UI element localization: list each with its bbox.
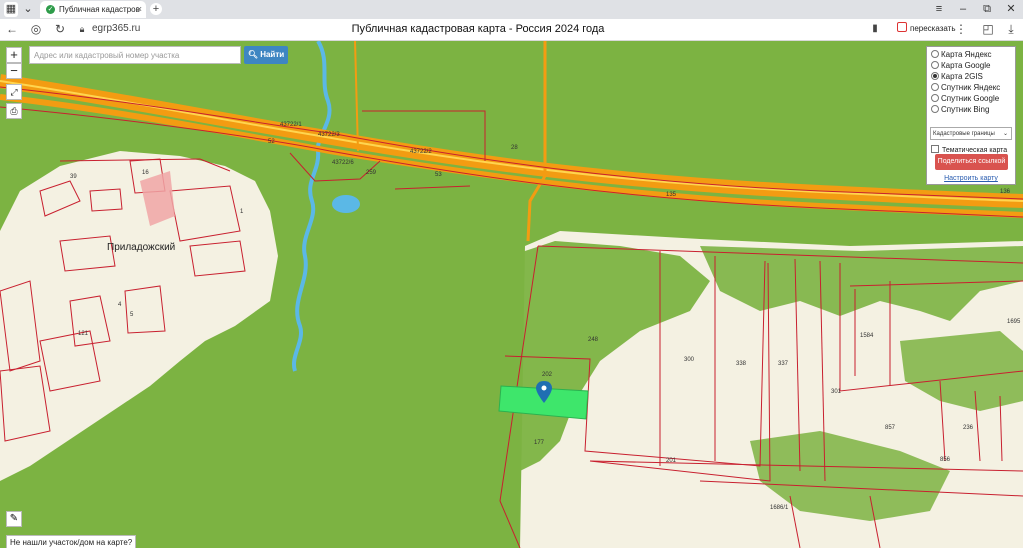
- hamburger-menu-icon[interactable]: ≡: [932, 2, 946, 17]
- search-icon: 🔍︎: [247, 50, 258, 59]
- security-shield-icon[interactable]: ◎: [28, 21, 44, 37]
- layer-option-label: Карта 2GIS: [941, 72, 983, 81]
- parcel-label: 300: [684, 357, 695, 363]
- radio-icon[interactable]: [931, 105, 939, 113]
- search-input[interactable]: [29, 46, 241, 64]
- parcel-label: 16: [142, 170, 149, 176]
- edit-pencil-icon[interactable]: ✎: [6, 511, 22, 527]
- road-label: 135: [666, 192, 677, 198]
- retell-icon: [897, 22, 907, 32]
- parcel-label: 338: [736, 361, 747, 367]
- map-canvas[interactable]: 43722/1 43722/2 43722/3 43722/6 52 53 13…: [0, 41, 1023, 548]
- road-label: 52: [268, 139, 275, 145]
- cadastre-select-value: Кадастровые границы: [933, 131, 995, 137]
- zoom-out-button[interactable]: −: [6, 63, 22, 79]
- parcel-label: 1695: [1007, 319, 1021, 325]
- checkbox-icon[interactable]: [931, 145, 939, 153]
- share-link-button[interactable]: Поделиться ссылкой: [935, 154, 1008, 170]
- parcel-label: 236: [963, 425, 974, 431]
- parcel-label: 248: [588, 337, 599, 343]
- restore-icon[interactable]: ⧉: [980, 2, 994, 17]
- download-icon[interactable]: ⤓: [1003, 21, 1019, 37]
- reload-icon[interactable]: ↻: [52, 21, 68, 37]
- zoom-in-button[interactable]: +: [6, 47, 22, 63]
- not-found-button[interactable]: Не нашли участок/дом на карте?: [6, 535, 137, 548]
- find-button[interactable]: 🔍︎ Найти: [244, 46, 288, 64]
- layer-option-label: Спутник Bing: [941, 105, 990, 114]
- marker-dot: [541, 385, 547, 391]
- tab-title: Публичная кадастров: [59, 5, 140, 14]
- layer-option-bing-satellite[interactable]: Спутник Bing: [931, 105, 989, 114]
- radio-icon[interactable]: [931, 61, 939, 69]
- locality-label: Приладожский: [107, 242, 175, 253]
- extensions-icon[interactable]: ◰: [980, 21, 996, 37]
- layer-option-google-map[interactable]: Карта Google: [931, 61, 990, 70]
- chevron-down-icon: ⌄: [1002, 131, 1008, 137]
- parcel-label: 201: [666, 458, 677, 464]
- url-field[interactable]: egrp365.ru: [92, 23, 140, 34]
- road-label: 53: [435, 172, 442, 178]
- parcel-label: 202: [542, 372, 553, 378]
- layer-option-yandex-map[interactable]: Карта Яндекс: [931, 50, 992, 59]
- back-icon[interactable]: ←: [4, 21, 20, 37]
- site-favicon-icon: ✓: [46, 5, 55, 14]
- parcel-label: 28: [511, 145, 518, 151]
- layer-option-2gis-map[interactable]: Карта 2GIS: [931, 72, 983, 81]
- map-layers-panel: Карта Яндекс Карта Google Карта 2GIS Спу…: [926, 46, 1016, 185]
- browser-tab-strip: ▦ ⌄ ✓ Публичная кадастров × + ≡ – ⧉ ✕: [0, 0, 1023, 19]
- layer-option-label: Спутник Яндекс: [941, 83, 1001, 92]
- parcel-label: 337: [778, 361, 789, 367]
- layer-option-yandex-satellite[interactable]: Спутник Яндекс: [931, 83, 1000, 92]
- close-window-icon[interactable]: ✕: [1004, 2, 1018, 17]
- find-button-label: Найти: [260, 50, 285, 59]
- print-icon[interactable]: ⎙: [6, 103, 22, 119]
- radio-icon[interactable]: [931, 83, 939, 91]
- pond: [332, 195, 360, 213]
- cadastre-layer-select[interactable]: Кадастровые границы ⌄: [930, 127, 1012, 140]
- road-label: 43722/3: [318, 132, 340, 138]
- browser-menu-icon[interactable]: ▦: [4, 2, 18, 17]
- thematic-map-label: Тематическая карта: [942, 147, 1008, 154]
- parcel-label: 856: [940, 457, 951, 463]
- browser-tab[interactable]: ✓ Публичная кадастров ×: [40, 1, 146, 18]
- parcel-label: 1686/1: [770, 505, 789, 511]
- retell-label: пересказать: [910, 24, 956, 33]
- parcel-label: 177: [534, 440, 545, 446]
- configure-map-link[interactable]: Настроить карту: [927, 175, 1015, 182]
- road-label: 43722/6: [332, 160, 354, 166]
- layer-option-label: Карта Google: [941, 61, 991, 70]
- road-label: 43722/1: [280, 122, 302, 128]
- parcel-label: 1584: [860, 333, 874, 339]
- layer-option-google-satellite[interactable]: Спутник Google: [931, 94, 999, 103]
- retell-button[interactable]: пересказать: [893, 22, 960, 36]
- lock-icon: 🔒︎: [79, 24, 85, 34]
- radio-icon[interactable]: [931, 50, 939, 58]
- new-tab-button[interactable]: +: [150, 3, 162, 15]
- parcel-label: 259: [366, 170, 377, 176]
- parcel-label: 301: [831, 389, 842, 395]
- cadastral-map[interactable]: 43722/1 43722/2 43722/3 43722/6 52 53 13…: [0, 41, 1023, 548]
- measure-ruler-icon[interactable]: ⤢: [6, 84, 22, 100]
- parcel-label: 121: [78, 331, 89, 337]
- bookmark-icon[interactable]: ▮: [867, 21, 883, 37]
- layer-option-label: Карта Яндекс: [941, 50, 992, 59]
- road-label: 136: [1000, 189, 1011, 195]
- road-label: 43722/2: [410, 149, 432, 155]
- radio-selected-icon[interactable]: [931, 72, 939, 80]
- chevron-down-icon[interactable]: ⌄: [22, 2, 34, 17]
- minimize-icon[interactable]: –: [956, 2, 970, 17]
- browser-address-bar: ← ◎ ↻ 🔒︎ egrp365.ru Публичная кадастрова…: [0, 19, 1023, 41]
- thematic-map-toggle[interactable]: Тематическая карта: [931, 145, 1007, 154]
- parcel-label: 39: [70, 174, 77, 180]
- layer-option-label: Спутник Google: [941, 94, 1000, 103]
- more-options-icon[interactable]: ⋮: [953, 21, 969, 37]
- parcel-label: 857: [885, 425, 896, 431]
- close-tab-icon[interactable]: ×: [137, 1, 142, 18]
- radio-icon[interactable]: [931, 94, 939, 102]
- page-title: Публичная кадастровая карта - Россия 202…: [351, 23, 605, 35]
